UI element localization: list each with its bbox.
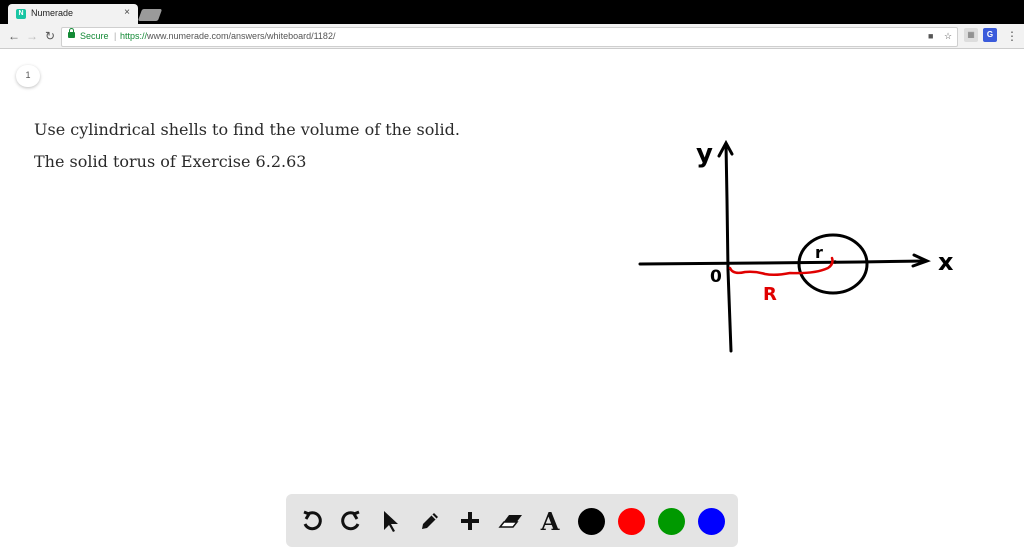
lock-icon <box>68 28 75 38</box>
blue-color-dot <box>697 507 725 535</box>
color-red-swatch[interactable] <box>617 507 645 535</box>
numerade-favicon-icon: N <box>16 9 26 19</box>
extension-icon[interactable]: ▦ <box>964 28 978 42</box>
redo-icon[interactable] <box>337 507 365 535</box>
browser-tab[interactable]: N Numerade × <box>8 4 138 24</box>
pen-icon[interactable] <box>416 507 444 535</box>
reload-icon[interactable]: ↻ <box>42 28 58 44</box>
green-color-dot <box>657 507 685 535</box>
x-axis <box>638 259 928 266</box>
red-color-dot <box>617 507 645 535</box>
tab-title: Numerade <box>31 8 74 18</box>
url-text: https://www.numerade.com/answers/whitebo… <box>120 31 335 41</box>
undo-icon[interactable] <box>298 507 326 535</box>
origin-label: 0 <box>710 267 722 287</box>
new-tab-button[interactable] <box>137 9 163 21</box>
secure-label: Secure <box>80 31 109 41</box>
text-tool-icon[interactable]: A <box>536 507 564 536</box>
black-color-dot <box>577 507 605 535</box>
forward-icon[interactable]: → <box>24 28 40 44</box>
whiteboard-drawing[interactable]: y x 0 r R <box>0 48 1024 488</box>
browser-toolbar: ← → ↻ Secure | https://www.numerade.com/… <box>0 24 1024 49</box>
back-icon[interactable]: ← <box>6 28 22 44</box>
camera-icon[interactable]: ■ <box>928 31 933 41</box>
google-extension-icon[interactable]: G <box>983 28 997 42</box>
url-protocol: https:// <box>120 31 148 41</box>
menu-icon[interactable]: ⋮ <box>1004 28 1020 44</box>
tab-bar: N Numerade × <box>0 0 1024 24</box>
r-label: r <box>815 243 823 262</box>
url-path: www.numerade.com/answers/whiteboard/1182… <box>147 31 336 41</box>
address-separator: | <box>114 31 117 41</box>
color-green-swatch[interactable] <box>657 507 685 535</box>
y-axis-label: y <box>696 139 713 169</box>
color-blue-swatch[interactable] <box>697 507 725 535</box>
address-bar[interactable]: Secure | https://www.numerade.com/answer… <box>61 27 958 47</box>
R-label: R <box>763 284 777 305</box>
x-axis-label: x <box>938 248 954 276</box>
tab-close-icon[interactable]: × <box>124 7 130 18</box>
color-black-swatch[interactable] <box>577 507 605 535</box>
eraser-icon[interactable] <box>496 507 524 535</box>
bookmark-star-icon[interactable]: ☆ <box>944 31 952 42</box>
y-axis <box>724 142 733 353</box>
add-icon[interactable] <box>456 507 484 535</box>
drawing-toolbar: A <box>286 494 738 547</box>
pointer-icon[interactable] <box>376 507 404 535</box>
